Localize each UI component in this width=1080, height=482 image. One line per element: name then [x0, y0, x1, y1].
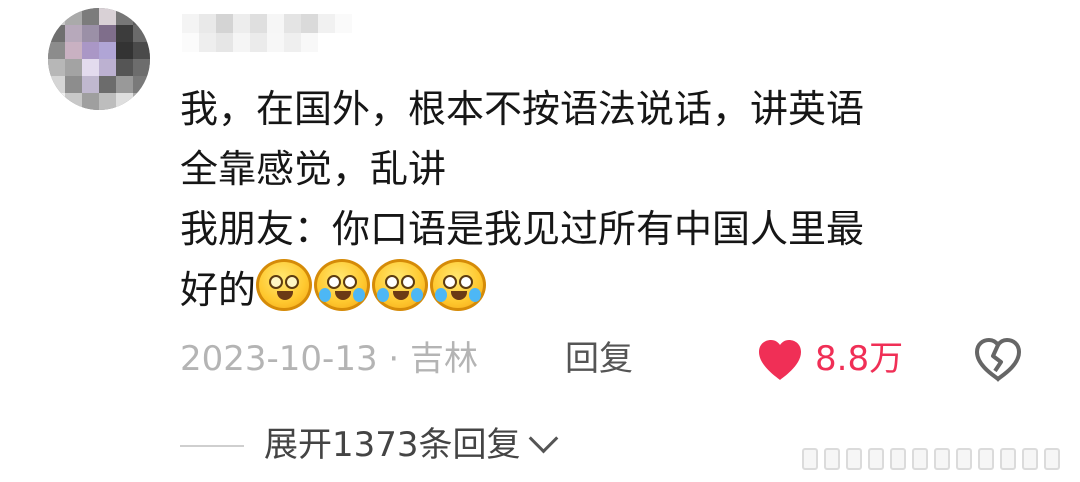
expand-replies-button[interactable]: 展开1373条回复	[264, 423, 558, 467]
comment-line: 全靠感觉，乱讲	[180, 147, 447, 191]
comment-line-text: 好的	[180, 268, 257, 312]
crying-laughing-emoji	[430, 259, 487, 311]
avatar[interactable]	[48, 8, 150, 110]
crying-laughing-emoji	[372, 259, 429, 311]
starry-eyes-emoji	[256, 259, 313, 311]
comment-text: 我，在国外，根本不按语法说话，讲英语 全靠感觉，乱讲 我朋友：你口语是我见过所有…	[180, 79, 1010, 320]
reply-divider	[180, 445, 244, 447]
comment-line: 我朋友：你口语是我见过所有中国人里最	[180, 207, 865, 251]
username-label	[182, 14, 183, 15]
username-blurred[interactable]	[182, 14, 352, 52]
reply-button[interactable]: 回复	[565, 337, 633, 381]
crying-laughing-emoji	[314, 259, 371, 311]
chevron-down-icon	[528, 423, 558, 453]
watermark	[802, 447, 1072, 471]
expand-replies-label: 展开1373条回复	[264, 425, 521, 465]
like-count: 8.8万	[815, 339, 904, 379]
comment-line-last: 好的	[180, 259, 1010, 320]
comment-date-location: 2023-10-13 · 吉林	[180, 339, 479, 379]
heart-icon[interactable]	[756, 338, 804, 382]
broken-heart-icon[interactable]	[973, 338, 1023, 382]
comment-line: 我，在国外，根本不按语法说话，讲英语	[180, 87, 865, 131]
